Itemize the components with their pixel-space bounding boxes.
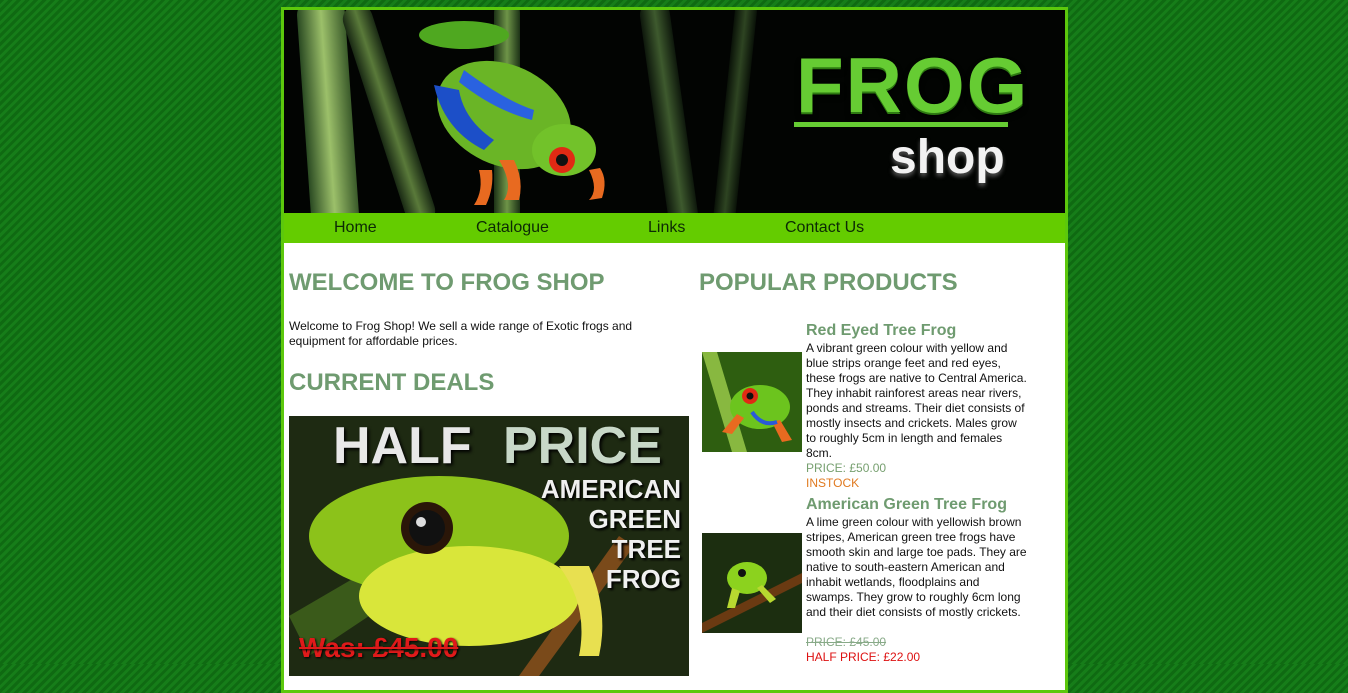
logo-main-text: FROG bbox=[796, 41, 1030, 129]
deal-line-3: TREE bbox=[611, 534, 681, 564]
logo-underline bbox=[794, 122, 1008, 127]
welcome-title: WELCOME TO FROG SHOP bbox=[289, 269, 605, 296]
frog-banner-image bbox=[419, 21, 605, 205]
welcome-text: Welcome to Frog Shop! We sell a wide ran… bbox=[289, 319, 633, 348]
product-half-price: HALF PRICE: £22.00 bbox=[806, 650, 921, 664]
product-image-american-green[interactable] bbox=[702, 533, 802, 633]
deals-title: CURRENT DEALS bbox=[289, 369, 495, 396]
product-name[interactable]: American Green Tree Frog bbox=[806, 495, 1007, 515]
product-price: PRICE: £50.00 bbox=[806, 461, 887, 475]
deal-was-price: Was: £45.00 bbox=[299, 632, 459, 663]
red-eyed-frog-image bbox=[702, 352, 802, 452]
deal-banner[interactable]: HALF PRICE AMERICAN GREEN TREE FROG Was:… bbox=[289, 416, 689, 676]
nav-catalogue[interactable]: Catalogue bbox=[476, 219, 549, 237]
header-banner: FROG shop bbox=[284, 10, 1065, 213]
deal-headline-half: HALF bbox=[333, 417, 472, 475]
deal-line-2: GREEN bbox=[588, 504, 681, 534]
product-description: A lime green colour with yellowish brown… bbox=[806, 515, 1027, 619]
product-description: A vibrant green colour with yellow and b… bbox=[806, 341, 1027, 460]
product-stock-status: INSTOCK bbox=[806, 476, 860, 490]
deal-line-1: AMERICAN bbox=[540, 474, 681, 504]
american-green-frog-image bbox=[702, 533, 802, 633]
nav-home[interactable]: Home bbox=[334, 219, 377, 237]
page-container: FROG shop Home Catalogue Links Contact U… bbox=[281, 7, 1068, 693]
deal-line-4: FROG bbox=[605, 564, 681, 594]
product-image-red-eyed[interactable] bbox=[702, 352, 802, 452]
product-name[interactable]: Red Eyed Tree Frog bbox=[806, 321, 956, 341]
nav-contact-us[interactable]: Contact Us bbox=[785, 219, 864, 237]
logo-sub-text: shop bbox=[890, 131, 1005, 184]
main-nav: Home Catalogue Links Contact Us bbox=[284, 213, 1065, 243]
product-was-price: PRICE: £45.00 bbox=[806, 635, 887, 649]
popular-title: POPULAR PRODUCTS bbox=[699, 269, 958, 296]
nav-links[interactable]: Links bbox=[648, 219, 685, 237]
deal-headline-price: PRICE bbox=[503, 417, 662, 475]
